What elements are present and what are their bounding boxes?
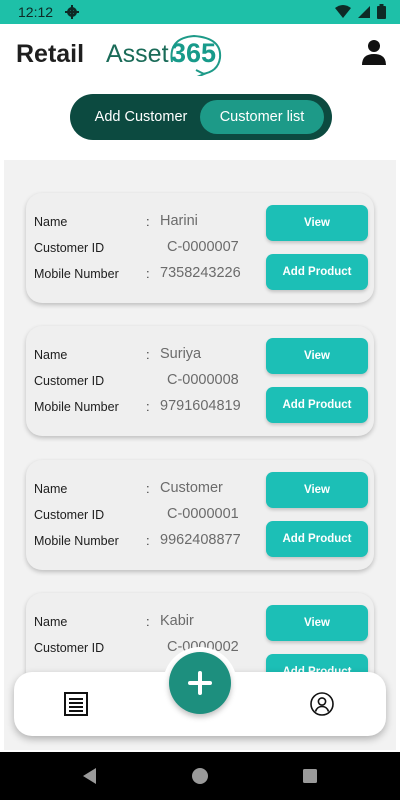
profile-icon[interactable] xyxy=(310,692,334,716)
recents-icon[interactable] xyxy=(300,766,320,786)
customer-name: Customer xyxy=(160,480,223,496)
view-toggle: Add Customer Customer list xyxy=(70,94,332,140)
colon: : xyxy=(146,347,150,362)
customer-mobile: 9962408877 xyxy=(160,532,241,548)
customer-card: Name : Customer Customer ID C-0000001 Mo… xyxy=(26,460,374,570)
tab-add-customer[interactable]: Add Customer xyxy=(78,100,204,134)
view-button[interactable]: View xyxy=(266,605,368,641)
status-time: 12:12 xyxy=(18,4,54,20)
gear-icon xyxy=(65,5,79,19)
customer-name: Kabir xyxy=(160,613,194,629)
system-nav-bar xyxy=(0,752,400,800)
customer-id-label: Customer ID xyxy=(34,241,105,255)
logo-asset: Asset xyxy=(106,40,169,68)
colon: : xyxy=(146,614,150,629)
add-product-button[interactable]: Add Product xyxy=(266,254,368,290)
view-button[interactable]: View xyxy=(266,472,368,508)
app-header: Retail Asset 365 xyxy=(0,24,400,86)
signal-icon xyxy=(358,5,370,18)
name-label: Name xyxy=(34,615,68,629)
mobile-label: Mobile Number xyxy=(34,534,119,548)
colon: : xyxy=(146,533,150,548)
customer-id: C-0000001 xyxy=(167,506,239,522)
customer-id: C-0000008 xyxy=(167,372,239,388)
colon: : xyxy=(146,481,150,496)
wifi-icon xyxy=(335,4,351,18)
list-icon[interactable] xyxy=(64,692,88,716)
status-bar: 12:12 xyxy=(0,0,400,24)
name-label: Name xyxy=(34,482,68,496)
view-button[interactable]: View xyxy=(266,338,368,374)
logo-365: 365 xyxy=(171,38,217,68)
view-button[interactable]: View xyxy=(266,205,368,241)
customer-id: C-0000007 xyxy=(167,239,239,255)
battery-icon xyxy=(377,4,386,19)
colon: : xyxy=(146,399,150,414)
customer-mobile: 9791604819 xyxy=(160,398,241,414)
add-icon-stroke xyxy=(198,670,202,695)
name-label: Name xyxy=(34,215,68,229)
home-icon[interactable] xyxy=(190,766,210,786)
mobile-label: Mobile Number xyxy=(34,267,119,281)
colon: : xyxy=(146,266,150,281)
add-customer-fab[interactable] xyxy=(169,652,231,714)
colon: : xyxy=(146,214,150,229)
customer-id-label: Customer ID xyxy=(34,374,105,388)
add-product-button[interactable]: Add Product xyxy=(266,387,368,423)
customer-id-label: Customer ID xyxy=(34,508,105,522)
mobile-label: Mobile Number xyxy=(34,400,119,414)
panel-top: Add Customer Customer list xyxy=(4,86,396,160)
customer-mobile: 7358243226 xyxy=(160,265,241,281)
logo-retail: Retail xyxy=(16,40,85,68)
customer-card: Name : Harini Customer ID C-0000007 Mobi… xyxy=(26,193,374,303)
tab-customer-list[interactable]: Customer list xyxy=(200,100,324,134)
customer-id-label: Customer ID xyxy=(34,641,105,655)
user-icon[interactable] xyxy=(360,38,388,66)
customer-name: Harini xyxy=(160,213,198,229)
add-product-button[interactable]: Add Product xyxy=(266,521,368,557)
app-logo: Retail Asset 365 xyxy=(16,32,236,76)
customer-card: Name : Suriya Customer ID C-0000008 Mobi… xyxy=(26,326,374,436)
back-icon[interactable] xyxy=(80,766,100,786)
name-label: Name xyxy=(34,348,68,362)
customer-name: Suriya xyxy=(160,346,202,362)
